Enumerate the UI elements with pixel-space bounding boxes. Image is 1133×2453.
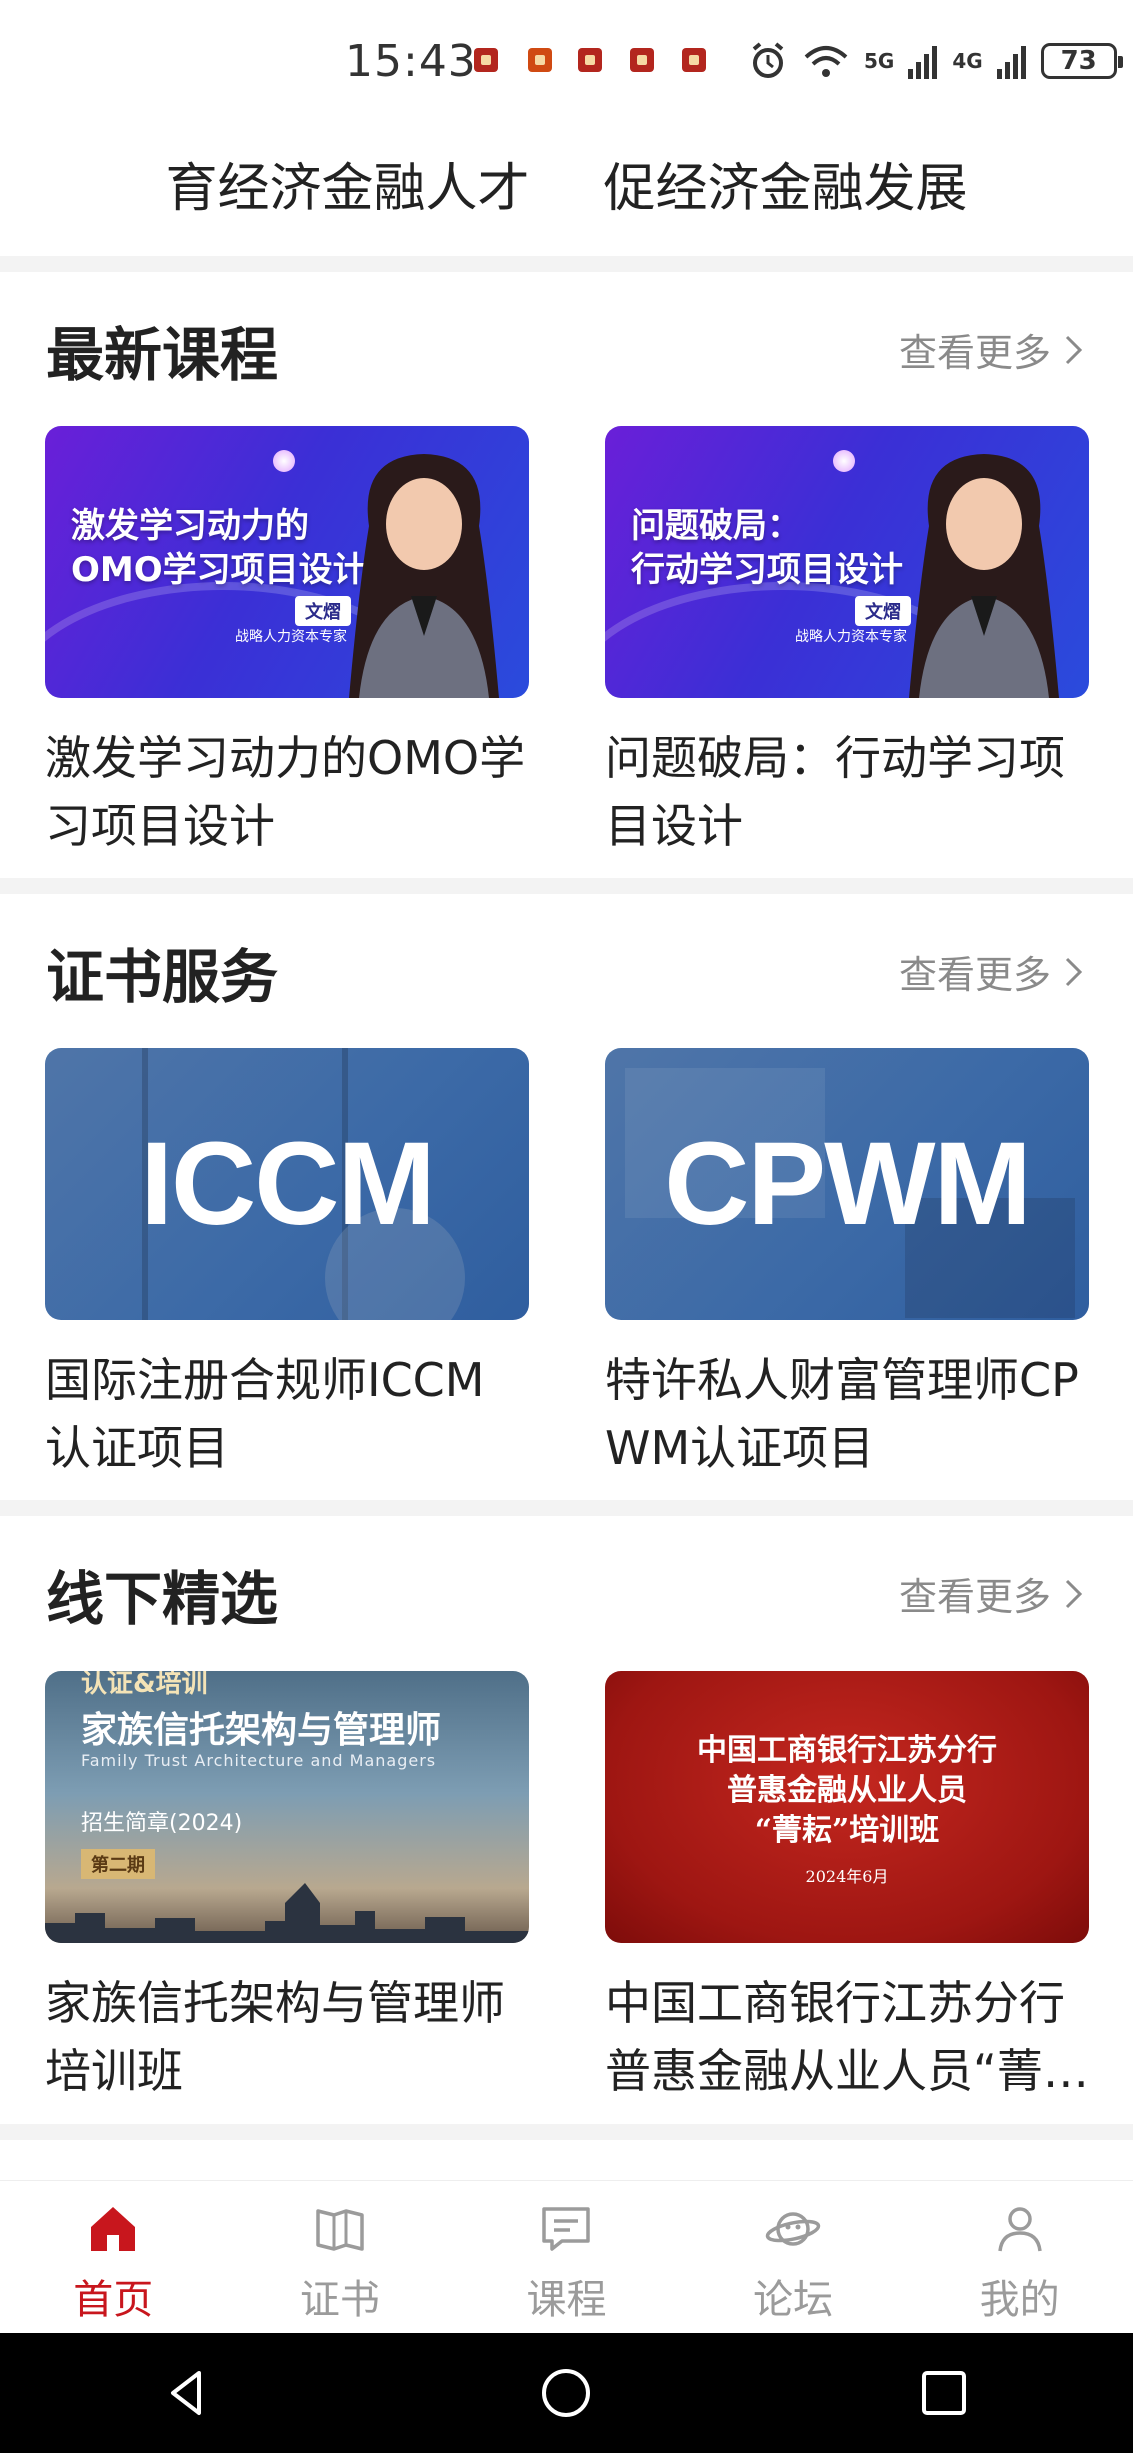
banner-line: 中国工商银行江苏分行 (697, 1733, 997, 1768)
certificates-more-link[interactable]: 查看更多 (899, 944, 1085, 999)
banner-line: 普惠金融从业人员 (727, 1773, 967, 1808)
slogan-right: 促经济金融发展 (603, 159, 968, 219)
section-divider (0, 1500, 1133, 1516)
certificate-icon (316, 2209, 364, 2251)
offline-title: 中国工商银行江苏分行普惠金融从业人员“菁耘”培训班 (605, 1976, 1065, 2098)
offline-banner: 中国工商银行江苏分行 普惠金融从业人员 “菁耘”培训班 2024年6月 (605, 1671, 1089, 1943)
notification-icon (682, 48, 706, 72)
more-label: 查看更多 (898, 953, 1051, 997)
certificate-banner: ICCM (45, 1048, 529, 1320)
banner-subtitle: Family Trust Architecture and Managers (81, 1751, 437, 1770)
nav-label: 首页 (73, 2277, 154, 2323)
chevron-right-icon (1065, 335, 1083, 364)
nav-item-home[interactable]: 首页 (0, 2181, 227, 2334)
bottom-nav: 首页 证书 课程 论坛 我的 (0, 2180, 1133, 2334)
certificate-card[interactable]: ICCM 国际注册合规师ICCM认证项目 (45, 1048, 529, 1482)
banner-text: CPWM (664, 1118, 1032, 1250)
notification-icon (474, 48, 498, 72)
presenter-photo (909, 454, 1059, 698)
status-time: 15:43 (345, 36, 477, 87)
banner-line: 问题破局： (631, 506, 801, 546)
chevron-right-icon (1065, 1579, 1083, 1608)
banner-line: 激发学习动力的 (71, 506, 309, 546)
banner-date: 2024年6月 (805, 1867, 889, 1886)
section-divider (0, 878, 1133, 894)
nav-item-forum[interactable]: 论坛 (680, 2181, 907, 2334)
banner-line: 行动学习项目设计 (631, 550, 903, 590)
battery-indicator: 73 (1040, 43, 1123, 79)
status-indicators: 5G 4G 73 (748, 36, 1123, 86)
offline-banner: 认证&培训 家族信托架构与管理师 Family Trust Architectu… (45, 1671, 529, 1943)
notification-icon (528, 48, 552, 72)
nav-item-course[interactable]: 课程 (453, 2181, 680, 2334)
course-title: 问题破局：行动学习项目设计 (605, 731, 1065, 853)
course-card[interactable]: 问题破局： 行动学习项目设计 文熠 战略人力资本专家 问题破局：行动学习项目设计 (605, 426, 1089, 860)
chevron-right-icon (1065, 957, 1083, 986)
signal-icon (996, 46, 1026, 79)
section-divider (0, 256, 1133, 272)
forum-icon (765, 2212, 821, 2246)
network-5g-label: 5G (864, 49, 895, 73)
course-banner: 激发学习动力的 OMO学习项目设计 文熠 战略人力资本专家 (45, 426, 529, 698)
more-label: 查看更多 (898, 1575, 1051, 1619)
status-bar: 15:43 5G 4G 73 (0, 0, 1133, 120)
presenter-photo (349, 454, 499, 698)
section-divider (0, 2124, 1133, 2140)
banner-title: 家族信托架构与管理师 (81, 1710, 442, 1751)
course-card[interactable]: 激发学习动力的 OMO学习项目设计 文熠 战略人力资本专家 激发学习动力的OMO… (45, 426, 529, 860)
certificate-banner: CPWM (605, 1048, 1089, 1320)
slogan: 育经济金融人才 促经济金融发展 (0, 146, 1133, 221)
banner-top-text: 认证&培训 (81, 1671, 208, 1699)
signal-icon (908, 46, 938, 79)
alarm-icon (752, 42, 784, 78)
offline-card[interactable]: 中国工商银行江苏分行 普惠金融从业人员 “菁耘”培训班 2024年6月 中国工商… (605, 1671, 1089, 2105)
slogan-left: 育经济金融人才 (165, 159, 530, 219)
notification-icon (578, 48, 602, 72)
nav-label: 论坛 (753, 2277, 834, 2323)
banner-year: 招生简章(2024) (81, 1811, 243, 1836)
nav-item-profile[interactable]: 我的 (906, 2181, 1133, 2334)
nav-item-certificate[interactable]: 证书 (227, 2181, 454, 2334)
banner-line: “菁耘”培训班 (754, 1813, 940, 1848)
offline-title: 家族信托架构与管理师培训班 (45, 1976, 505, 2098)
profile-icon (997, 2207, 1042, 2252)
home-icon (91, 2207, 136, 2251)
network-4g-label: 4G (952, 49, 983, 73)
offline-more-link[interactable]: 查看更多 (899, 1566, 1085, 1621)
notification-icon (630, 48, 654, 72)
certificate-card[interactable]: CPWM 特许私人财富管理师CPWM认证项目 (605, 1048, 1089, 1482)
home-circle-icon[interactable] (536, 2363, 596, 2423)
section-title-latest-courses: 最新课程 (46, 321, 279, 389)
more-label: 查看更多 (898, 331, 1051, 375)
recent-apps-icon[interactable] (914, 2363, 974, 2423)
offline-card[interactable]: 认证&培训 家族信托架构与管理师 Family Trust Architectu… (45, 1671, 529, 2105)
wifi-icon (804, 46, 848, 77)
course-banner: 问题破局： 行动学习项目设计 文熠 战略人力资本专家 (605, 426, 1089, 698)
nav-label: 证书 (299, 2277, 380, 2323)
nav-label: 课程 (526, 2277, 607, 2323)
section-title-offline: 线下精选 (46, 1565, 279, 1633)
back-icon[interactable] (159, 2363, 219, 2423)
skyline-illustration (45, 1883, 529, 1943)
system-navigation-bar (0, 2333, 1133, 2453)
certificate-title: 国际注册合规师ICCM认证项目 (45, 1353, 485, 1475)
course-icon (542, 2207, 591, 2251)
banner-line: OMO学习项目设计 (71, 550, 367, 590)
course-title: 激发学习动力的OMO学习项目设计 (45, 731, 526, 853)
banner-text: ICCM (140, 1118, 436, 1250)
certificate-title: 特许私人财富管理师CPWM认证项目 (605, 1353, 1079, 1475)
latest-courses-more-link[interactable]: 查看更多 (899, 322, 1085, 377)
nav-label: 我的 (979, 2277, 1060, 2323)
section-title-certificates: 证书服务 (46, 943, 279, 1011)
